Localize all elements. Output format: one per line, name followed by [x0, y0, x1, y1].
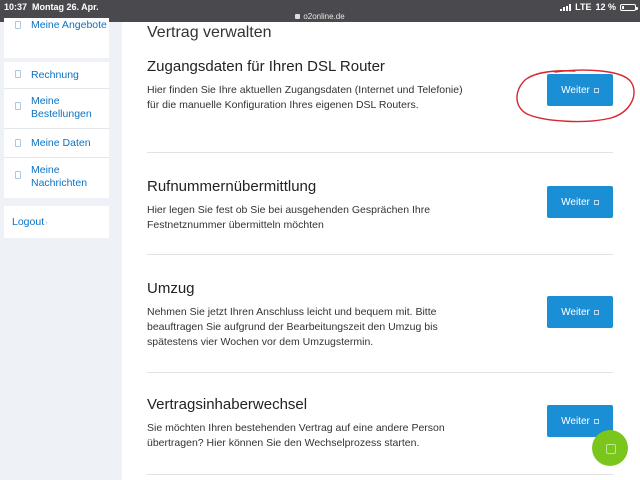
sidebar-card-account: Rechnung Meine Bestellungen Meine Daten … — [4, 62, 109, 198]
button-label: Weiter — [561, 196, 590, 208]
signal-icon — [560, 3, 572, 11]
section-heading: Rufnummernübermittlung — [147, 178, 317, 195]
section-rufnummer: Rufnummernübermittlung Hier legen Sie fe… — [147, 178, 613, 233]
section-description: Nehmen Sie jetzt Ihren Anschluss leicht … — [147, 306, 438, 348]
chevron-right-icon — [593, 309, 599, 315]
section-heading: Umzug — [147, 280, 195, 297]
chevron-right-icon: › — [45, 218, 48, 227]
weiter-button[interactable]: Weiter — [547, 186, 613, 218]
chat-fab-button[interactable] — [592, 430, 628, 466]
sidebar-item-angebote[interactable]: Meine Angebote — [4, 18, 109, 58]
chevron-right-icon — [593, 418, 599, 424]
url-text: o2online.de — [303, 12, 345, 21]
battery-percent: 12 % — [595, 2, 616, 12]
status-indicators: LTE 12 % — [560, 2, 638, 12]
button-label: Weiter — [561, 306, 590, 318]
logout-card: Logout› — [4, 206, 109, 238]
sidebar-card-offers: Meine Angebote — [4, 18, 109, 58]
sidebar-item-label: Meine Bestellungen — [31, 95, 92, 120]
sidebar: Meine Angebote Rechnung Meine Bestellung… — [0, 18, 122, 480]
sidebar-item-nachrichten[interactable]: Meine Nachrichten — [4, 158, 109, 198]
document-icon — [15, 70, 21, 78]
battery-icon — [620, 3, 638, 11]
sidebar-item-rechnung[interactable]: Rechnung — [4, 62, 109, 89]
divider — [147, 474, 613, 475]
section-description: Sie möchten Ihren bestehenden Vertrag au… — [147, 422, 445, 449]
sidebar-item-bestellungen[interactable]: Meine Bestellungen — [4, 89, 109, 129]
logout-label: Logout — [12, 216, 45, 228]
clock: 10:37 — [4, 2, 28, 12]
carrier-label: LTE — [575, 2, 592, 12]
divider — [147, 254, 613, 255]
sidebar-item-label: Rechnung — [31, 69, 79, 81]
annotation-circle — [516, 69, 635, 123]
document-icon — [15, 102, 21, 110]
sidebar-item-label: Meine Nachrichten — [31, 164, 88, 189]
section-umzug: Umzug Nehmen Sie jetzt Ihren Anschluss l… — [147, 280, 613, 350]
sidebar-item-label: Meine Daten — [31, 137, 91, 149]
divider — [147, 152, 613, 153]
date: Montag 26. Apr. — [32, 2, 99, 12]
divider — [147, 372, 613, 373]
sidebar-item-label: Meine Angebote — [31, 19, 107, 31]
section-description: Hier legen Sie fest ob Sie bei ausgehend… — [147, 204, 431, 231]
chevron-right-icon — [593, 199, 599, 205]
button-label: Weiter — [561, 415, 590, 427]
logout-link[interactable]: Logout› — [12, 216, 48, 228]
section-description: Hier finden Sie Ihre aktuellen Zugangsda… — [147, 84, 463, 111]
section-vertragsinhaber: Vertragsinhaberwechsel Sie möchten Ihren… — [147, 396, 613, 451]
document-icon — [15, 139, 21, 147]
document-icon — [15, 171, 21, 179]
weiter-button[interactable]: Weiter — [547, 296, 613, 328]
section-heading: Vertragsinhaberwechsel — [147, 396, 308, 413]
page-title: Vertrag verwalten — [147, 24, 272, 41]
lock-icon — [295, 14, 301, 19]
sidebar-item-daten[interactable]: Meine Daten — [4, 129, 109, 158]
document-icon — [15, 21, 21, 29]
